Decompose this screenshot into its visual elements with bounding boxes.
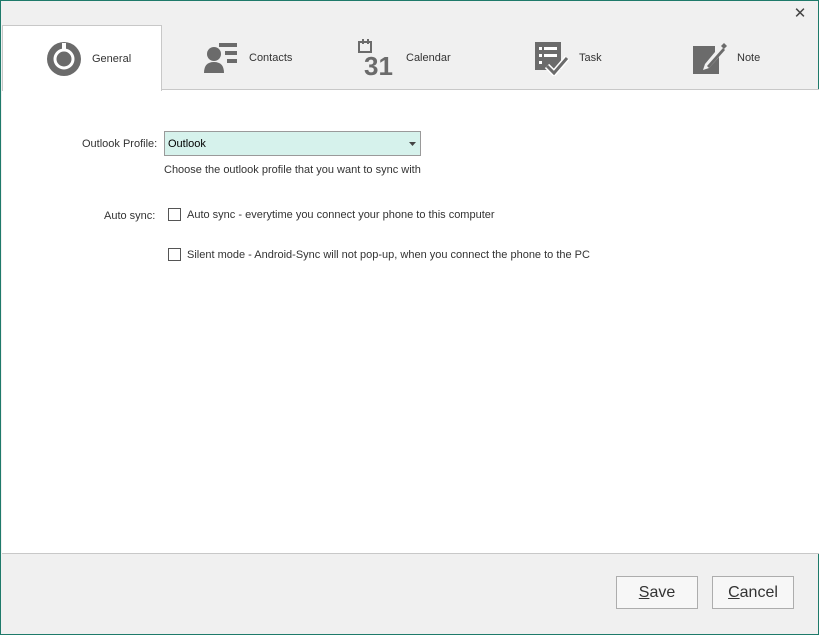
silent-mode-checkbox[interactable] — [168, 248, 181, 261]
auto-sync-checkbox[interactable] — [168, 208, 181, 221]
settings-window: ✕ General Contacts 31 Calendar Task Note… — [0, 0, 819, 635]
tab-label: General — [92, 52, 132, 65]
chevron-down-icon — [404, 132, 420, 155]
cancel-button[interactable]: Cancel — [712, 576, 794, 609]
tab-task[interactable]: Task — [531, 25, 641, 90]
tab-calendar[interactable]: 31 Calendar — [358, 25, 478, 90]
cancel-mnemonic: C — [728, 583, 740, 601]
auto-sync-option-label: Auto sync - everytime you connect your p… — [187, 208, 495, 221]
save-button[interactable]: Save — [616, 576, 698, 609]
tab-note[interactable]: Note — [689, 25, 799, 90]
outlook-profile-select[interactable]: Outlook — [164, 131, 421, 156]
silent-mode-option[interactable]: Silent mode - Android-Sync will not pop-… — [168, 248, 590, 261]
save-mnemonic: S — [638, 583, 650, 601]
cancel-label: ancel — [739, 583, 778, 601]
calendar-icon: 31 — [358, 38, 398, 78]
outlook-profile-value: Outlook — [168, 137, 206, 150]
save-label: ave — [649, 583, 676, 601]
tab-label: Calendar — [406, 51, 451, 64]
outlook-profile-label: Outlook Profile: — [82, 138, 158, 150]
svg-text:31: 31 — [364, 51, 393, 77]
tab-label: Note — [737, 51, 761, 64]
tab-strip: General Contacts 31 Calendar Task Note — [1, 25, 818, 91]
auto-sync-label: Auto sync: — [104, 210, 156, 222]
tab-contacts[interactable]: Contacts — [201, 25, 321, 90]
silent-mode-option-label: Silent mode - Android-Sync will not pop-… — [187, 248, 590, 261]
close-icon[interactable]: ✕ — [792, 5, 808, 23]
tab-general[interactable]: General — [2, 25, 162, 91]
gear-icon — [44, 39, 84, 79]
task-checklist-icon — [531, 38, 571, 78]
general-settings-panel: Outlook Profile: Outlook Choose the outl… — [2, 89, 819, 554]
note-pencil-icon — [689, 38, 729, 78]
tab-label: Contacts — [249, 51, 293, 64]
tab-label: Task — [579, 51, 602, 64]
auto-sync-option[interactable]: Auto sync - everytime you connect your p… — [168, 208, 495, 221]
contacts-icon — [201, 38, 241, 78]
outlook-profile-hint: Choose the outlook profile that you want… — [164, 164, 421, 176]
